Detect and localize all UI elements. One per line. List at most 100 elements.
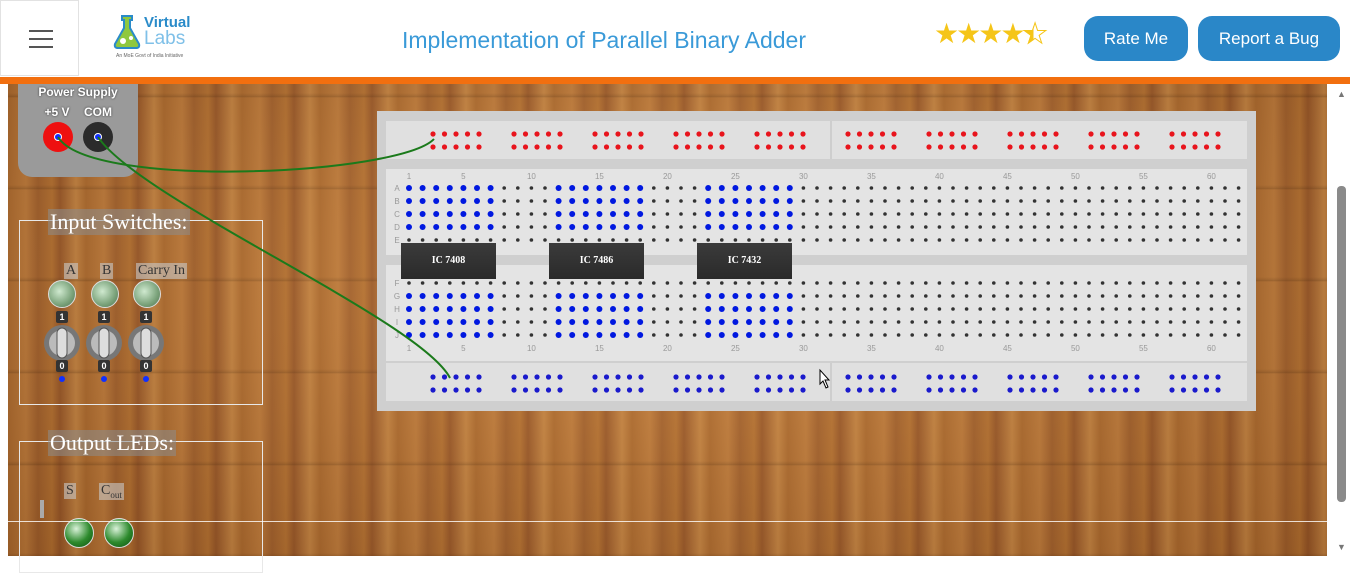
plus-rail-hole[interactable]	[937, 144, 944, 150]
breadboard-hole[interactable]	[1236, 320, 1241, 324]
breadboard-hole[interactable]	[801, 199, 806, 203]
plus-rail-hole[interactable]	[476, 144, 482, 150]
ground-rail-hole[interactable]	[1018, 387, 1025, 393]
breadboard-hole[interactable]	[759, 319, 766, 325]
breadboard-hole[interactable]	[773, 211, 780, 217]
breadboard-hole[interactable]	[1236, 333, 1241, 337]
breadboard-hole[interactable]	[1141, 307, 1146, 311]
breadboard-hole[interactable]	[474, 332, 480, 338]
breadboard-hole[interactable]	[937, 294, 942, 298]
breadboard-hole[interactable]	[1223, 281, 1227, 285]
breadboard-hole[interactable]	[842, 238, 846, 242]
breadboard-hole[interactable]	[1046, 199, 1050, 203]
breadboard-hole[interactable]	[842, 225, 846, 229]
breadboard-hole[interactable]	[1209, 186, 1214, 190]
breadboard-hole[interactable]	[801, 333, 806, 337]
plus-rail-hole[interactable]	[522, 144, 529, 150]
breadboard-hole[interactable]	[1060, 186, 1064, 190]
breadboard-hole[interactable]	[815, 212, 819, 216]
breadboard-hole[interactable]	[1128, 238, 1132, 242]
breadboard-hole[interactable]	[569, 293, 576, 299]
ground-rail-hole[interactable]	[1041, 387, 1048, 393]
breadboard-hole[interactable]	[964, 199, 969, 203]
breadboard-hole[interactable]	[1060, 225, 1064, 229]
breadboard-hole[interactable]	[1196, 199, 1200, 203]
breadboard-hole[interactable]	[1005, 225, 1010, 229]
breadboard-hole[interactable]	[937, 238, 942, 242]
breadboard-hole[interactable]	[759, 306, 766, 312]
ground-rail-hole[interactable]	[937, 387, 944, 393]
plus-rail-hole[interactable]	[1041, 131, 1048, 137]
ground-rail-hole[interactable]	[441, 374, 448, 380]
breadboard-hole[interactable]	[407, 238, 411, 242]
breadboard-hole[interactable]	[1168, 238, 1173, 242]
breadboard-hole[interactable]	[543, 307, 547, 311]
breadboard-hole[interactable]	[652, 320, 656, 324]
breadboard-hole[interactable]	[815, 333, 819, 337]
ground-rail-hole[interactable]	[879, 387, 886, 393]
breadboard-hole[interactable]	[1100, 225, 1105, 229]
breadboard-hole[interactable]	[1168, 281, 1173, 285]
breadboard-hole[interactable]	[801, 294, 806, 298]
ground-rail-hole[interactable]	[719, 374, 725, 380]
breadboard-hole[interactable]	[1168, 307, 1173, 311]
plus-rail-hole[interactable]	[1053, 131, 1059, 137]
ground-rail-hole[interactable]	[926, 374, 932, 380]
breadboard-hole[interactable]	[502, 281, 506, 285]
breadboard-hole[interactable]	[502, 225, 506, 229]
breadboard-hole[interactable]	[460, 198, 467, 204]
breadboard-hole[interactable]	[910, 212, 914, 216]
breadboard-hole[interactable]	[1073, 212, 1078, 216]
breadboard-hole[interactable]	[596, 185, 603, 191]
breadboard-hole[interactable]	[815, 307, 819, 311]
breadboard-hole[interactable]	[1060, 320, 1064, 324]
breadboard-hole[interactable]	[896, 307, 901, 311]
breadboard-hole[interactable]	[610, 319, 616, 325]
breadboard-hole[interactable]	[910, 294, 914, 298]
plus-rail-hole[interactable]	[707, 131, 714, 137]
plus-rail-hole[interactable]	[441, 144, 448, 150]
plus-rail-hole[interactable]	[453, 131, 459, 137]
ground-rail-hole[interactable]	[949, 387, 955, 393]
breadboard-hole[interactable]	[924, 333, 928, 337]
breadboard-hole[interactable]	[637, 185, 644, 191]
breadboard-hole[interactable]	[624, 281, 629, 285]
breadboard-hole[interactable]	[623, 211, 630, 217]
breadboard-hole[interactable]	[1223, 320, 1227, 324]
breadboard-hole[interactable]	[801, 225, 806, 229]
breadboard-hole[interactable]	[446, 185, 453, 191]
ground-rail-hole[interactable]	[926, 387, 932, 393]
breadboard-hole[interactable]	[460, 185, 467, 191]
breadboard-hole[interactable]	[502, 199, 506, 203]
breadboard-hole[interactable]	[1223, 199, 1227, 203]
breadboard-hole[interactable]	[652, 225, 656, 229]
plus-rail-hole[interactable]	[626, 131, 633, 137]
breadboard-hole[interactable]	[978, 238, 982, 242]
breadboard-hole[interactable]	[1100, 294, 1105, 298]
breadboard-hole[interactable]	[569, 332, 576, 338]
breadboard-hole[interactable]	[1209, 307, 1214, 311]
breadboard-hole[interactable]	[746, 332, 752, 338]
breadboard-hole[interactable]	[883, 294, 887, 298]
breadboard-hole[interactable]	[978, 320, 982, 324]
breadboard-hole[interactable]	[448, 238, 452, 242]
breadboard-hole[interactable]	[1155, 225, 1159, 229]
ground-rail-hole[interactable]	[879, 374, 886, 380]
ground-rail-hole[interactable]	[453, 387, 459, 393]
breadboard-hole[interactable]	[502, 333, 506, 337]
ground-rail-hole[interactable]	[511, 374, 517, 380]
plus-rail-hole[interactable]	[891, 131, 897, 137]
breadboard-hole[interactable]	[1141, 333, 1146, 337]
breadboard-hole[interactable]	[543, 199, 547, 203]
breadboard-hole[interactable]	[665, 199, 670, 203]
plus-rail-hole[interactable]	[777, 131, 783, 137]
breadboard-hole[interactable]	[746, 224, 752, 230]
breadboard-hole[interactable]	[1073, 307, 1078, 311]
plus-rail-hole[interactable]	[1134, 144, 1140, 150]
breadboard-hole[interactable]	[433, 198, 440, 204]
breadboard-hole[interactable]	[1087, 186, 1091, 190]
breadboard-hole[interactable]	[1168, 225, 1173, 229]
breadboard-hole[interactable]	[1073, 294, 1078, 298]
breadboard-hole[interactable]	[1128, 307, 1132, 311]
plus-rail-hole[interactable]	[545, 131, 552, 137]
